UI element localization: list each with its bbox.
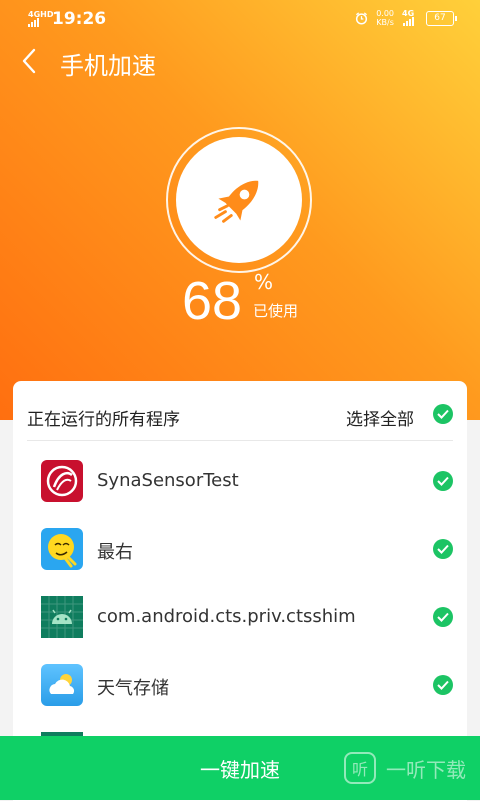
app-name: 最右	[97, 542, 133, 563]
list-item[interactable]: 最右	[13, 516, 467, 584]
watermark-logo-icon: 听	[344, 752, 376, 784]
zuiyou-app-icon	[41, 528, 83, 570]
app-checkbox[interactable]	[433, 539, 453, 559]
battery-icon: 67	[426, 10, 457, 26]
android-app-icon	[41, 596, 83, 638]
alarm-icon	[356, 11, 368, 25]
boost-button-label: 一键加速	[200, 757, 280, 782]
check-icon	[437, 612, 449, 622]
memory-gauge	[166, 127, 312, 273]
check-icon	[437, 476, 449, 486]
network-speed-unit: KB/s	[376, 18, 394, 27]
back-button[interactable]	[14, 44, 44, 78]
watermark-text: 一听下载	[386, 757, 466, 782]
list-item[interactable]: com.android.cts.priv.ctsshim	[13, 584, 467, 652]
status-left: 4GHD 19:26	[28, 9, 106, 29]
card-header: 正在运行的所有程序 选择全部	[13, 381, 467, 437]
gauge-inner	[176, 137, 302, 263]
app-name: 天气存储	[97, 678, 169, 699]
app-checkbox[interactable]	[433, 607, 453, 627]
check-icon	[437, 544, 449, 554]
app-checkbox[interactable]	[433, 471, 453, 491]
percent-sign: %	[254, 270, 274, 294]
status-bar: 4GHD 19:26 0.00 KB/s 4G 67	[0, 0, 480, 36]
battery-level: 67	[434, 12, 446, 23]
network-speed-value: 0.00	[376, 9, 394, 18]
title-bar: 手机加速	[0, 42, 480, 82]
check-icon	[437, 409, 449, 419]
status-right: 0.00 KB/s 4G 67	[355, 9, 457, 27]
divider	[27, 440, 453, 441]
watermark: 听 一听下载	[344, 752, 466, 784]
select-all-label[interactable]: 选择全部	[346, 405, 414, 430]
cellular-signal-icon: 4GHD	[28, 11, 53, 27]
rocket-icon	[214, 180, 259, 223]
network-speed: 0.00 KB/s	[376, 9, 394, 27]
memory-usage-label: 已使用	[253, 302, 299, 320]
synasensor-app-icon	[41, 460, 83, 502]
page-title: 手机加速	[60, 52, 156, 80]
memory-usage-value: 68	[182, 271, 243, 331]
status-time: 19:26	[52, 9, 107, 29]
watermark-logo-text: 听	[351, 760, 368, 779]
list-item[interactable]: 天气存储	[13, 652, 467, 720]
running-apps-title: 正在运行的所有程序	[27, 410, 180, 430]
signal-4g-icon: 4G	[402, 10, 418, 26]
select-all-checkbox[interactable]	[433, 404, 453, 424]
chevron-left-icon	[22, 48, 36, 74]
app-checkbox[interactable]	[433, 675, 453, 695]
app-name: com.android.cts.priv.ctsshim	[97, 606, 356, 627]
list-item[interactable]: SynaSensorTest	[13, 448, 467, 516]
check-icon	[437, 680, 449, 690]
weather-app-icon	[41, 664, 83, 706]
app-name: SynaSensorTest	[97, 470, 239, 491]
